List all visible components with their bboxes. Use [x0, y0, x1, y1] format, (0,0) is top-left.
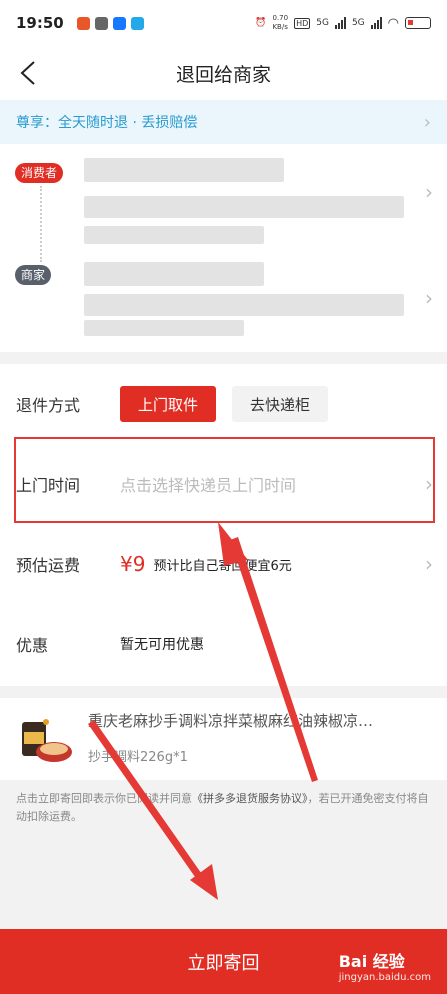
merchant-address-redacted-2 — [84, 320, 244, 336]
signal-1-icon — [334, 17, 346, 29]
agreement-text: 点击立即寄回即表示你已阅读并同意《拼多多退货服务协议》，若已开通免密支付将自动扣… — [16, 790, 436, 826]
status-bar: 19:50 ⏰ 0.70 KB/s HD 5G 5G ◠ — [0, 0, 447, 46]
chevron-right-icon: › — [425, 552, 433, 576]
net-5g-1-label: 5G — [316, 18, 329, 28]
annotation-highlight-box — [14, 437, 435, 523]
locker-option-button[interactable]: 去快递柜 — [232, 386, 328, 422]
status-time: 19:50 — [16, 14, 64, 32]
merchant-chevron-icon[interactable]: › — [425, 286, 433, 310]
consumer-name-redacted — [84, 158, 284, 182]
product-thumbnail — [16, 712, 74, 770]
alipay-icon — [112, 16, 126, 30]
agreement-link[interactable]: 《拼多多退货服务协议》 — [192, 792, 308, 805]
baidu-watermark: Bai 经验 jingyan.baidu.com — [339, 948, 431, 983]
product-spec: 抄手调料226g*1 — [88, 750, 188, 765]
return-method-row: 退件方式 上门取件 去快递柜 — [0, 364, 447, 444]
shipping-fee-label: 预估运费 — [16, 556, 81, 575]
chevron-right-icon: › — [423, 111, 431, 133]
promo-banner[interactable]: 尊享：全天随时退 · 丢损赔偿 › — [0, 100, 447, 144]
net-5g-2-label: 5G — [351, 18, 365, 28]
address-connector — [40, 186, 42, 262]
wechat-icon — [94, 16, 108, 30]
coupon-value: 暂无可用优惠 — [120, 637, 204, 653]
consumer-address-redacted — [84, 196, 404, 218]
status-left: 19:50 — [16, 14, 144, 32]
coupon-row: 优惠 暂无可用优惠 — [0, 604, 447, 684]
coupon-label: 优惠 — [16, 636, 49, 655]
promo-text: 尊享：全天随时退 · 丢损赔偿 — [16, 115, 198, 131]
consumer-tag: 消费者 — [15, 163, 64, 183]
consumer-chevron-icon[interactable]: › — [425, 180, 433, 204]
qq-icon — [130, 16, 144, 30]
watermark-url: jingyan.baidu.com — [338, 972, 431, 983]
signal-2-icon — [370, 17, 382, 29]
alarm-icon: ⏰ — [255, 18, 267, 28]
hd-icon: HD — [294, 17, 311, 29]
app-notification-icon — [76, 16, 90, 30]
return-method-label: 退件方式 — [16, 396, 81, 415]
page-title: 退回给商家 — [175, 63, 271, 86]
shipping-fee-row[interactable]: 预估运费 ¥9 预计比自己寄回便宜6元 › — [0, 524, 447, 604]
wifi-icon: ◠ — [387, 15, 399, 31]
merchant-name-redacted — [84, 262, 264, 286]
battery-icon — [405, 17, 431, 29]
nav-bar: 退回给商家 — [0, 46, 447, 100]
consumer-address-redacted-2 — [84, 226, 264, 244]
product-title: 重庆老麻抄手调料凉拌菜椒麻红油辣椒凉… — [88, 712, 374, 730]
back-arrow-icon[interactable] — [16, 58, 46, 88]
pickup-option-button[interactable]: 上门取件 — [120, 386, 216, 422]
submit-return-label: 立即寄回 — [187, 952, 260, 974]
network-speed: 0.70 KB/s — [272, 14, 289, 31]
address-section: 消费者 › 商家 › — [0, 144, 447, 352]
status-right: ⏰ 0.70 KB/s HD 5G 5G ◠ — [255, 14, 431, 32]
merchant-tag: 商家 — [15, 265, 52, 285]
product-item[interactable]: 重庆老麻抄手调料凉拌菜椒麻红油辣椒凉… 抄手调料226g*1 — [0, 698, 447, 780]
shipping-fee-price: ¥9 — [120, 552, 146, 576]
return-form: 退件方式 上门取件 去快递柜 上门时间 点击选择快递员上门时间 › 预估运费 ¥… — [0, 364, 447, 686]
agreement-prefix: 点击立即寄回即表示你已阅读并同意 — [16, 792, 192, 805]
shipping-fee-note: 预计比自己寄回便宜6元 — [153, 558, 292, 574]
watermark-brand: Bai 经验 — [338, 952, 405, 971]
merchant-address-redacted — [84, 294, 404, 316]
